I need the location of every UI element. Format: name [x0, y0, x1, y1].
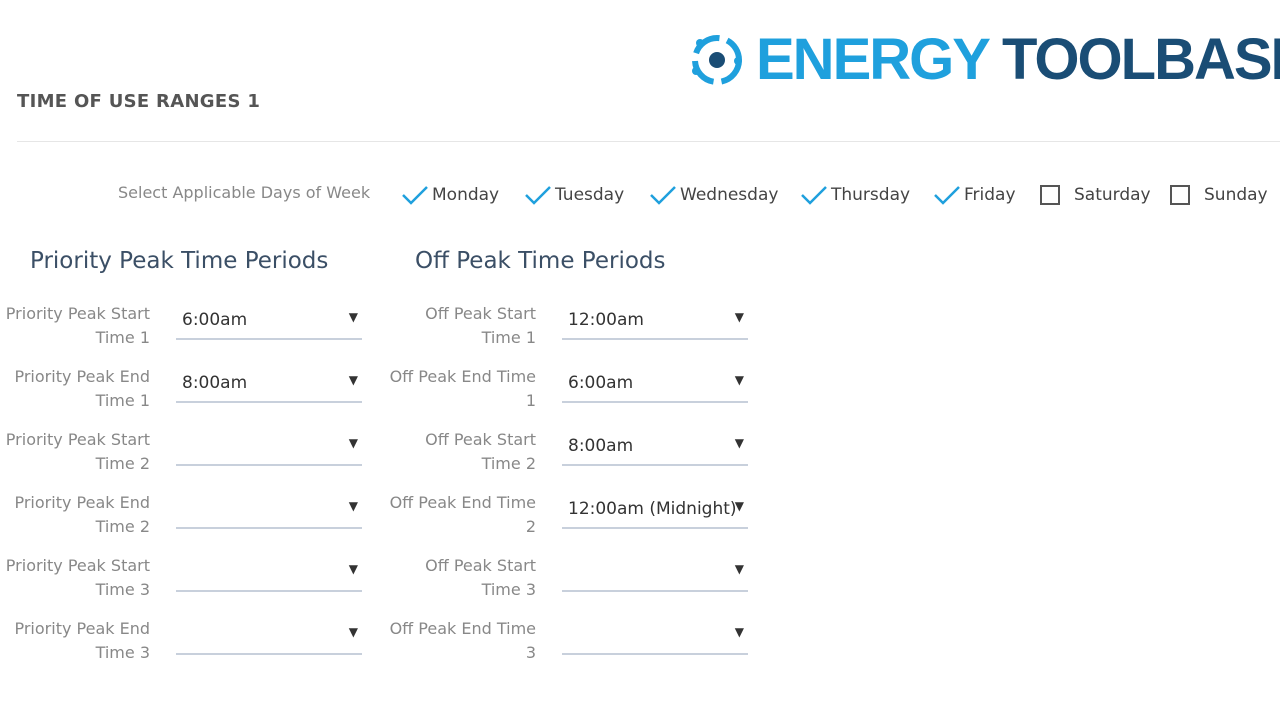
day-label: Sunday	[1204, 185, 1268, 205]
off-peak-row-1: Off Peak Start Time 1 12:00am ▼	[418, 304, 758, 360]
priority-peak-row-2: Priority Peak End Time 1 8:00am ▼	[14, 367, 372, 423]
day-label: Wednesday	[680, 185, 779, 205]
off-peak-label: Off Peak End Time 2	[389, 493, 536, 536]
priority-peak-select-5[interactable]: ▼	[176, 556, 362, 592]
priority-peak-row-1: Priority Peak Start Time 1 6:00am ▼	[6, 304, 372, 360]
energy-toolbase-logo: ENERGY TOOLBASE™	[688, 28, 1280, 92]
dropdown-arrow-icon: ▼	[348, 310, 358, 324]
select-value: 12:00am	[568, 310, 644, 330]
day-checkbox-friday[interactable]: Friday	[932, 180, 1016, 210]
dropdown-arrow-icon: ▼	[348, 562, 358, 576]
days-of-week-label: Select Applicable Days of Week	[118, 183, 371, 202]
day-label: Tuesday	[555, 185, 625, 205]
unchecked-box-icon	[1170, 185, 1190, 205]
checkmark-icon	[650, 186, 676, 205]
day-checkbox-wednesday[interactable]: Wednesday	[648, 180, 778, 210]
off-peak-select-3[interactable]: 8:00am ▼	[562, 430, 748, 466]
section-title: TIME OF USE RANGES 1	[17, 91, 261, 112]
priority-peak-title: Priority Peak Time Periods	[30, 248, 329, 274]
day-checkbox-thursday[interactable]: Thursday	[799, 180, 910, 210]
dropdown-arrow-icon: ▼	[734, 625, 744, 639]
off-peak-label: Off Peak End Time 1	[389, 367, 536, 410]
divider	[17, 141, 1280, 142]
dropdown-arrow-icon: ▼	[348, 373, 358, 387]
off-peak-row-6: Off Peak End Time 3 ▼	[390, 619, 758, 675]
dropdown-arrow-icon: ▼	[734, 562, 744, 576]
off-peak-select-1[interactable]: 12:00am ▼	[562, 304, 748, 340]
off-peak-label: Off Peak Start Time 1	[425, 304, 536, 347]
priority-peak-row-6: Priority Peak End Time 3 ▼	[14, 619, 372, 675]
dropdown-arrow-icon: ▼	[734, 310, 744, 324]
priority-peak-label: Priority Peak End Time 1	[14, 367, 150, 410]
unchecked-box-icon	[1040, 185, 1060, 205]
day-checkbox-saturday[interactable]: Saturday	[1040, 180, 1151, 210]
day-label: Monday	[432, 185, 500, 205]
priority-peak-label: Priority Peak Start Time 2	[5, 430, 150, 473]
priority-peak-label: Priority Peak End Time 3	[14, 619, 150, 662]
priority-peak-row-5: Priority Peak Start Time 3 ▼	[6, 556, 372, 612]
off-peak-select-2[interactable]: 6:00am ▼	[562, 367, 748, 403]
logo-wordmark: ENERGY TOOLBASE™	[756, 27, 1280, 92]
priority-peak-label: Priority Peak End Time 2	[14, 493, 150, 536]
select-value: 8:00am	[568, 436, 634, 456]
checkmark-icon	[402, 186, 428, 205]
day-checkbox-sunday[interactable]: Sunday	[1170, 180, 1268, 210]
day-label: Friday	[964, 185, 1016, 205]
priority-peak-row-4: Priority Peak End Time 2 ▼	[14, 493, 372, 549]
off-peak-row-3: Off Peak Start Time 2 8:00am ▼	[418, 430, 758, 486]
off-peak-row-5: Off Peak Start Time 3 ▼	[418, 556, 758, 612]
checkmark-icon	[934, 186, 960, 205]
select-value: 6:00am	[182, 310, 248, 330]
select-value: 12:00am (Midnight)	[568, 499, 737, 519]
dropdown-arrow-icon: ▼	[734, 436, 744, 450]
dropdown-arrow-icon: ▼	[734, 499, 744, 513]
day-label: Thursday	[831, 185, 911, 205]
priority-peak-select-3[interactable]: ▼	[176, 430, 362, 466]
select-value: 6:00am	[568, 373, 634, 393]
dropdown-arrow-icon: ▼	[348, 436, 358, 450]
off-peak-label: Off Peak Start Time 3	[425, 556, 536, 599]
priority-peak-select-1[interactable]: 6:00am ▼	[176, 304, 362, 340]
dropdown-arrow-icon: ▼	[348, 625, 358, 639]
off-peak-select-4[interactable]: 12:00am (Midnight) ▼	[562, 493, 748, 529]
priority-peak-select-4[interactable]: ▼	[176, 493, 362, 529]
day-checkbox-monday[interactable]: Monday	[400, 180, 499, 210]
priority-peak-label: Priority Peak Start Time 1	[5, 304, 150, 347]
off-peak-label: Off Peak End Time 3	[389, 619, 536, 662]
priority-peak-select-2[interactable]: 8:00am ▼	[176, 367, 362, 403]
priority-peak-select-6[interactable]: ▼	[176, 619, 362, 655]
priority-peak-label: Priority Peak Start Time 3	[5, 556, 150, 599]
off-peak-select-6[interactable]: ▼	[562, 619, 748, 655]
off-peak-row-4: Off Peak End Time 2 12:00am (Midnight) ▼	[390, 493, 758, 549]
day-checkbox-tuesday[interactable]: Tuesday	[523, 180, 624, 210]
off-peak-label: Off Peak Start Time 2	[425, 430, 536, 473]
off-peak-row-2: Off Peak End Time 1 6:00am ▼	[390, 367, 758, 423]
energy-toolbase-logo-icon	[692, 35, 742, 85]
checkmark-icon	[801, 186, 827, 205]
off-peak-select-5[interactable]: ▼	[562, 556, 748, 592]
day-label: Saturday	[1074, 185, 1151, 205]
dropdown-arrow-icon: ▼	[348, 499, 358, 513]
priority-peak-row-3: Priority Peak Start Time 2 ▼	[6, 430, 372, 486]
dropdown-arrow-icon: ▼	[734, 373, 744, 387]
off-peak-title: Off Peak Time Periods	[415, 248, 666, 274]
select-value: 8:00am	[182, 373, 248, 393]
checkmark-icon	[525, 186, 551, 205]
